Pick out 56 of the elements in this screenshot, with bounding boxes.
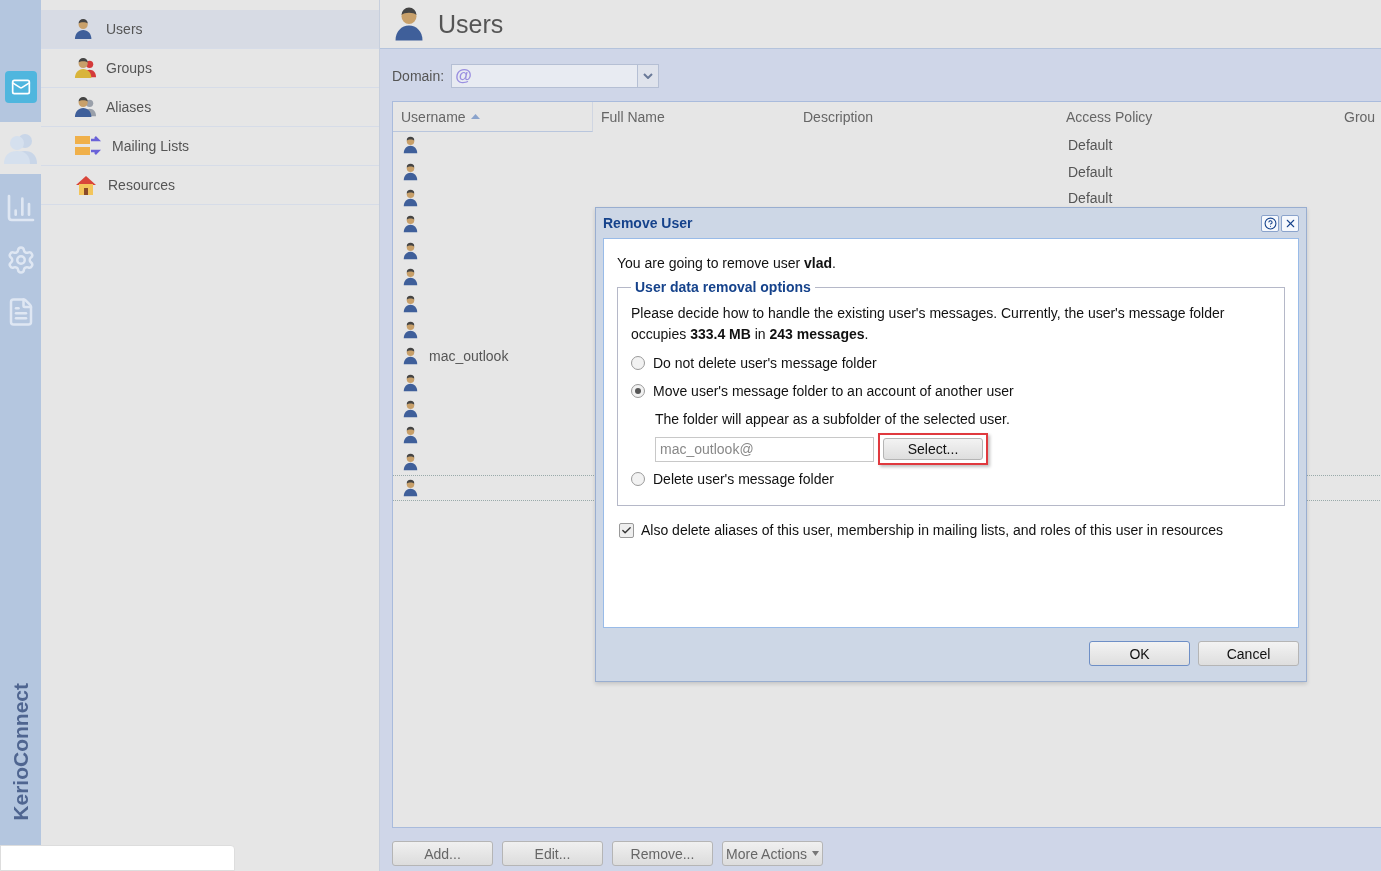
column-header[interactable]: Grou <box>1336 102 1381 132</box>
option-note: The folder will appear as a subfolder of the selected user. <box>655 410 1011 429</box>
group-title: User data removal options <box>634 279 812 295</box>
help-button[interactable] <box>1261 214 1279 232</box>
sidebar-item[interactable]: Resources <box>41 166 379 205</box>
dialog-button[interactable]: OK <box>1089 641 1190 666</box>
settings-icon[interactable] <box>5 245 36 275</box>
sidebar-label: Users <box>106 21 143 37</box>
brand-name: KerioConnect <box>8 683 33 821</box>
sidebar-item[interactable]: Groups <box>41 49 379 88</box>
domain-label: Domain: <box>392 68 445 84</box>
sidebar-label: Aliases <box>106 99 152 115</box>
column-header[interactable]: Full Name <box>593 102 795 132</box>
page-title: Users <box>438 9 504 39</box>
checkbox-label: Also delete aliases of this user, membership in mailing lists, and roles of this user in resources <box>641 522 1224 538</box>
select-button[interactable]: Select... <box>883 438 983 460</box>
mail-icon[interactable] <box>4 71 37 103</box>
column-header[interactable]: Username <box>393 102 593 132</box>
domain-select[interactable]: @ <box>451 64 660 88</box>
table-cell: Default <box>1068 189 1113 206</box>
column-header[interactable]: Access Policy <box>1058 102 1336 132</box>
caret-icon <box>811 851 819 856</box>
close-button[interactable] <box>1281 214 1299 232</box>
envelopes-icon <box>74 134 102 158</box>
radio-button[interactable] <box>631 472 645 486</box>
dialog-title: Remove User <box>603 215 693 231</box>
sidebar-item[interactable]: Mailing Lists <box>41 127 379 166</box>
column-header[interactable]: Description <box>795 102 1058 132</box>
dialog-button[interactable]: Cancel <box>1198 641 1299 666</box>
check-icon <box>621 524 632 536</box>
sidebar-item[interactable]: Users <box>41 10 379 49</box>
action-button[interactable]: More Actions <box>722 841 823 866</box>
action-button[interactable]: Add... <box>392 841 493 866</box>
action-button[interactable]: Edit... <box>502 841 603 866</box>
users-icon <box>74 96 96 118</box>
info-text: Please decide how to handle the existing user's messages. Currently, the user's message folder occupies 333.4 MB in 243 messages. <box>631 304 1226 344</box>
sidebar-label: Groups <box>106 60 152 76</box>
intro-text: You are going to remove user vlad. <box>617 254 837 273</box>
option-label: Do not delete user's message folder <box>653 355 877 371</box>
option-label: Delete user's message folder <box>653 471 834 487</box>
radio-button[interactable] <box>631 356 645 370</box>
sidebar-item[interactable]: Aliases <box>41 88 379 127</box>
action-button[interactable]: Remove... <box>612 841 713 866</box>
sidebar-label: Resources <box>108 177 175 193</box>
table-cell: mac_outlook <box>429 348 509 365</box>
user-field[interactable]: mac_outlook@ <box>655 436 874 462</box>
table-cell: Default <box>1068 163 1113 180</box>
group-icon <box>74 57 96 79</box>
chevron-down-icon <box>643 73 654 79</box>
option-label: Move user's message folder to an account of another user <box>653 383 1014 399</box>
house-icon <box>74 174 98 196</box>
table-cell: Default <box>1068 137 1113 154</box>
sidebar-label: Mailing Lists <box>112 138 190 154</box>
radio-button[interactable] <box>631 384 645 398</box>
help-icon <box>1263 216 1277 230</box>
checkbox[interactable] <box>619 522 634 538</box>
